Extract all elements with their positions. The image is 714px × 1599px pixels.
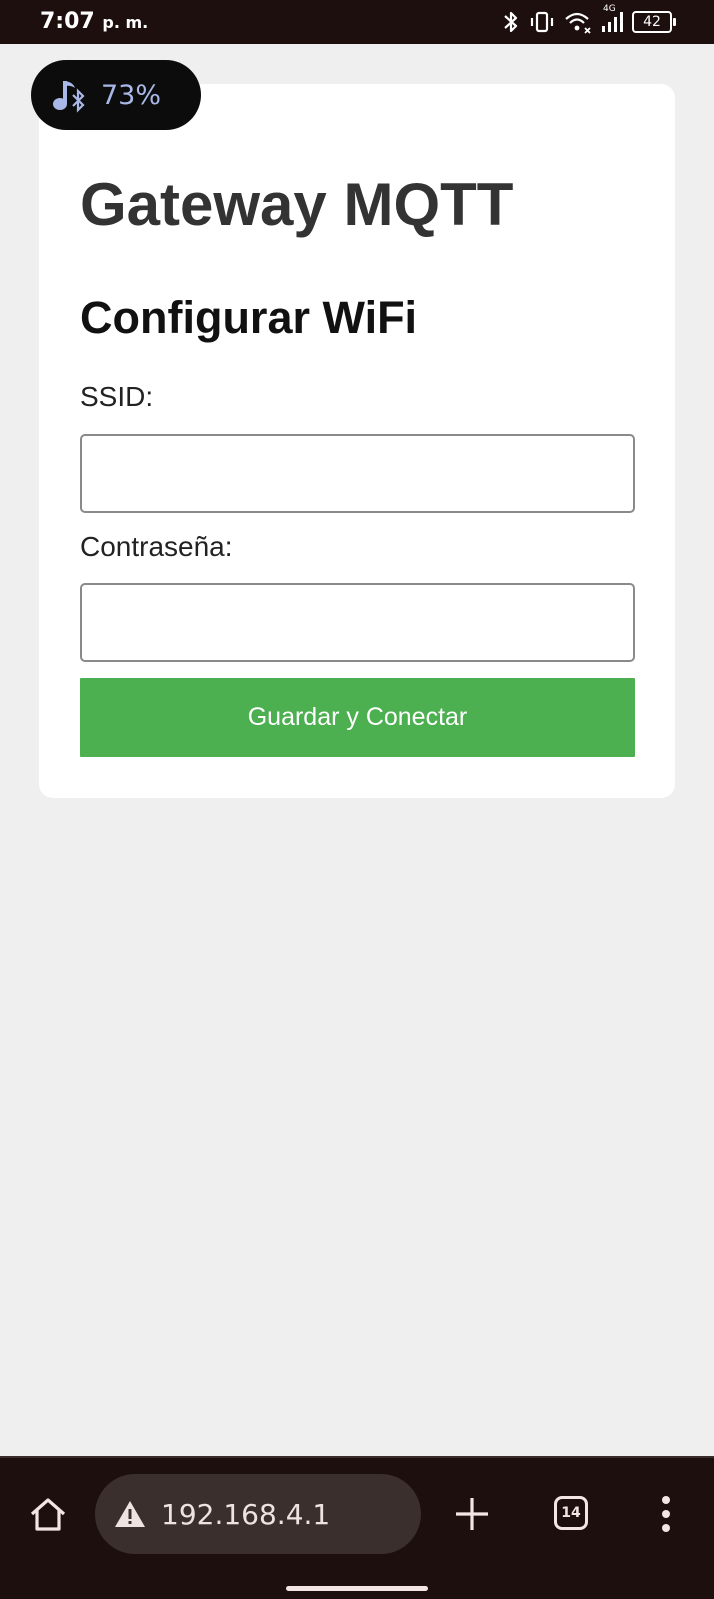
- volume-percent: 73%: [101, 79, 162, 111]
- tabs-icon[interactable]: 14: [554, 1496, 588, 1530]
- media-volume-pill[interactable]: 73%: [31, 60, 201, 130]
- battery-level: 42: [643, 14, 661, 30]
- status-time: 7:07 p. m.: [40, 9, 148, 34]
- bluetooth-icon: [504, 11, 518, 33]
- more-vert-icon[interactable]: [652, 1492, 680, 1536]
- gesture-handle[interactable]: [286, 1586, 428, 1591]
- tab-count: 14: [561, 1505, 581, 1521]
- network-type-label: 4G: [603, 4, 616, 14]
- config-card: Gateway MQTT Configurar WiFi SSID: Contr…: [39, 84, 675, 798]
- password-input[interactable]: [80, 583, 635, 662]
- wifi-icon: [565, 12, 591, 34]
- signal-group: 4G: [600, 4, 624, 34]
- clock-ampm: p. m.: [102, 13, 149, 32]
- section-title: Configurar WiFi: [80, 292, 418, 343]
- vibrate-icon: [530, 11, 554, 33]
- password-label: Contraseña:: [80, 531, 233, 562]
- status-bar: 7:07 p. m. 4G 42: [0, 0, 714, 44]
- address-bar[interactable]: 192.168.4.1: [95, 1474, 421, 1554]
- clock-time: 7:07: [40, 9, 95, 34]
- ssid-input[interactable]: [80, 434, 635, 513]
- plus-icon[interactable]: [452, 1494, 492, 1534]
- save-connect-button[interactable]: Guardar y Conectar: [80, 678, 635, 757]
- battery-icon: 42: [632, 11, 676, 33]
- music-bluetooth-icon: [53, 81, 85, 113]
- status-icons: 4G 42: [502, 4, 676, 36]
- ssid-label: SSID:: [80, 381, 154, 412]
- home-icon[interactable]: [26, 1492, 70, 1536]
- url-text[interactable]: 192.168.4.1: [161, 1498, 330, 1531]
- browser-toolbar: 192.168.4.1 14: [0, 1456, 714, 1599]
- warning-icon[interactable]: [113, 1499, 147, 1529]
- page-title: Gateway MQTT: [80, 171, 514, 238]
